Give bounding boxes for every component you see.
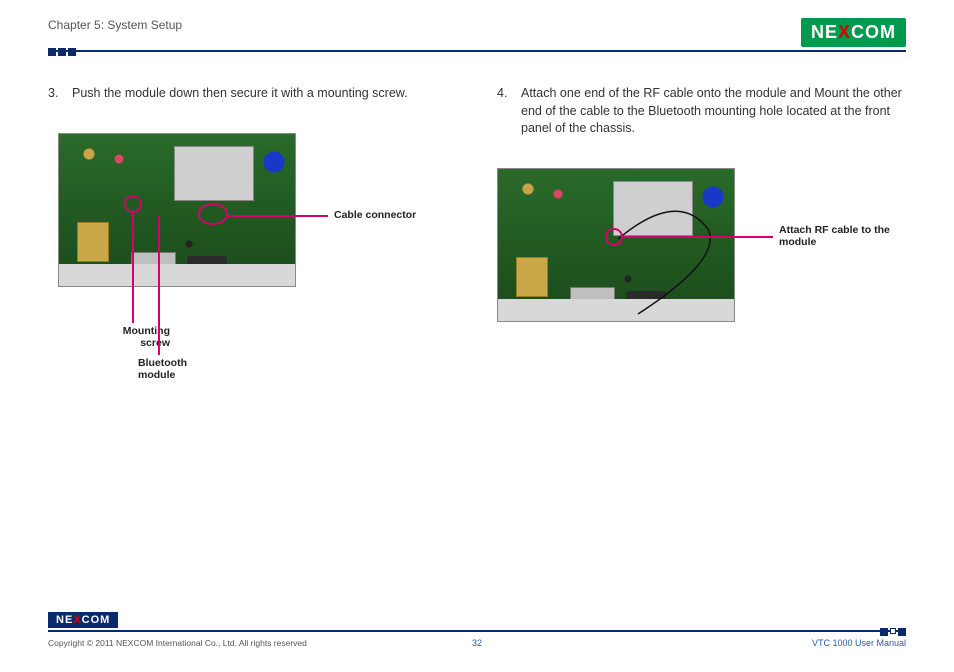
label-cable-connector: Cable connector xyxy=(334,209,434,222)
callout-line-mount xyxy=(132,213,134,323)
footer-rule xyxy=(48,630,906,632)
page-header: Chapter 5: System Setup NEXCOM xyxy=(48,18,906,58)
label-attach-rf: Attach RF cable to the module xyxy=(779,224,909,249)
copyright-text: Copyright © 2011 NEXCOM International Co… xyxy=(48,638,307,648)
left-column: 3. Push the module down then secure it w… xyxy=(48,85,457,393)
callout-circle-screw xyxy=(124,195,142,213)
step-3-number: 3. xyxy=(48,85,64,103)
callout-circle-connector xyxy=(198,203,228,225)
header-rule xyxy=(48,50,906,52)
brand-logo: NEXCOM xyxy=(801,18,906,47)
content-area: 3. Push the module down then secure it w… xyxy=(48,85,906,393)
callout-circle-rf xyxy=(605,228,623,246)
pcb-photo-left xyxy=(58,133,296,287)
brand-pre: NE xyxy=(811,22,838,42)
figure-step3: Cable connector Mounting screw Bluetooth… xyxy=(48,133,457,393)
manual-name: VTC 1000 User Manual xyxy=(812,638,906,648)
footer-brand-pre: NE xyxy=(56,614,73,626)
footer-logo: NEXCOM xyxy=(48,612,118,628)
callout-line-cable xyxy=(228,215,328,217)
step-3-text: Push the module down then secure it with… xyxy=(72,85,408,103)
page-number: 32 xyxy=(472,638,482,648)
label-bluetooth-module: Bluetooth module xyxy=(138,357,218,382)
step-3: 3. Push the module down then secure it w… xyxy=(48,85,457,103)
step-4: 4. Attach one end of the RF cable onto t… xyxy=(497,85,906,138)
footer-brand-post: COM xyxy=(82,614,111,626)
right-column: 4. Attach one end of the RF cable onto t… xyxy=(497,85,906,393)
callout-line-bt xyxy=(158,215,160,355)
step-4-number: 4. xyxy=(497,85,513,138)
brand-post: COM xyxy=(851,22,896,42)
figure-step4: Attach RF cable to the module xyxy=(497,168,906,368)
chapter-title: Chapter 5: System Setup xyxy=(48,18,182,32)
decor-squares-br xyxy=(880,628,906,636)
step-4-text: Attach one end of the RF cable onto the … xyxy=(521,85,906,138)
callout-line-rf xyxy=(623,236,773,238)
footer-brand-x-icon: X xyxy=(73,614,81,626)
brand-x-icon: X xyxy=(838,22,851,42)
